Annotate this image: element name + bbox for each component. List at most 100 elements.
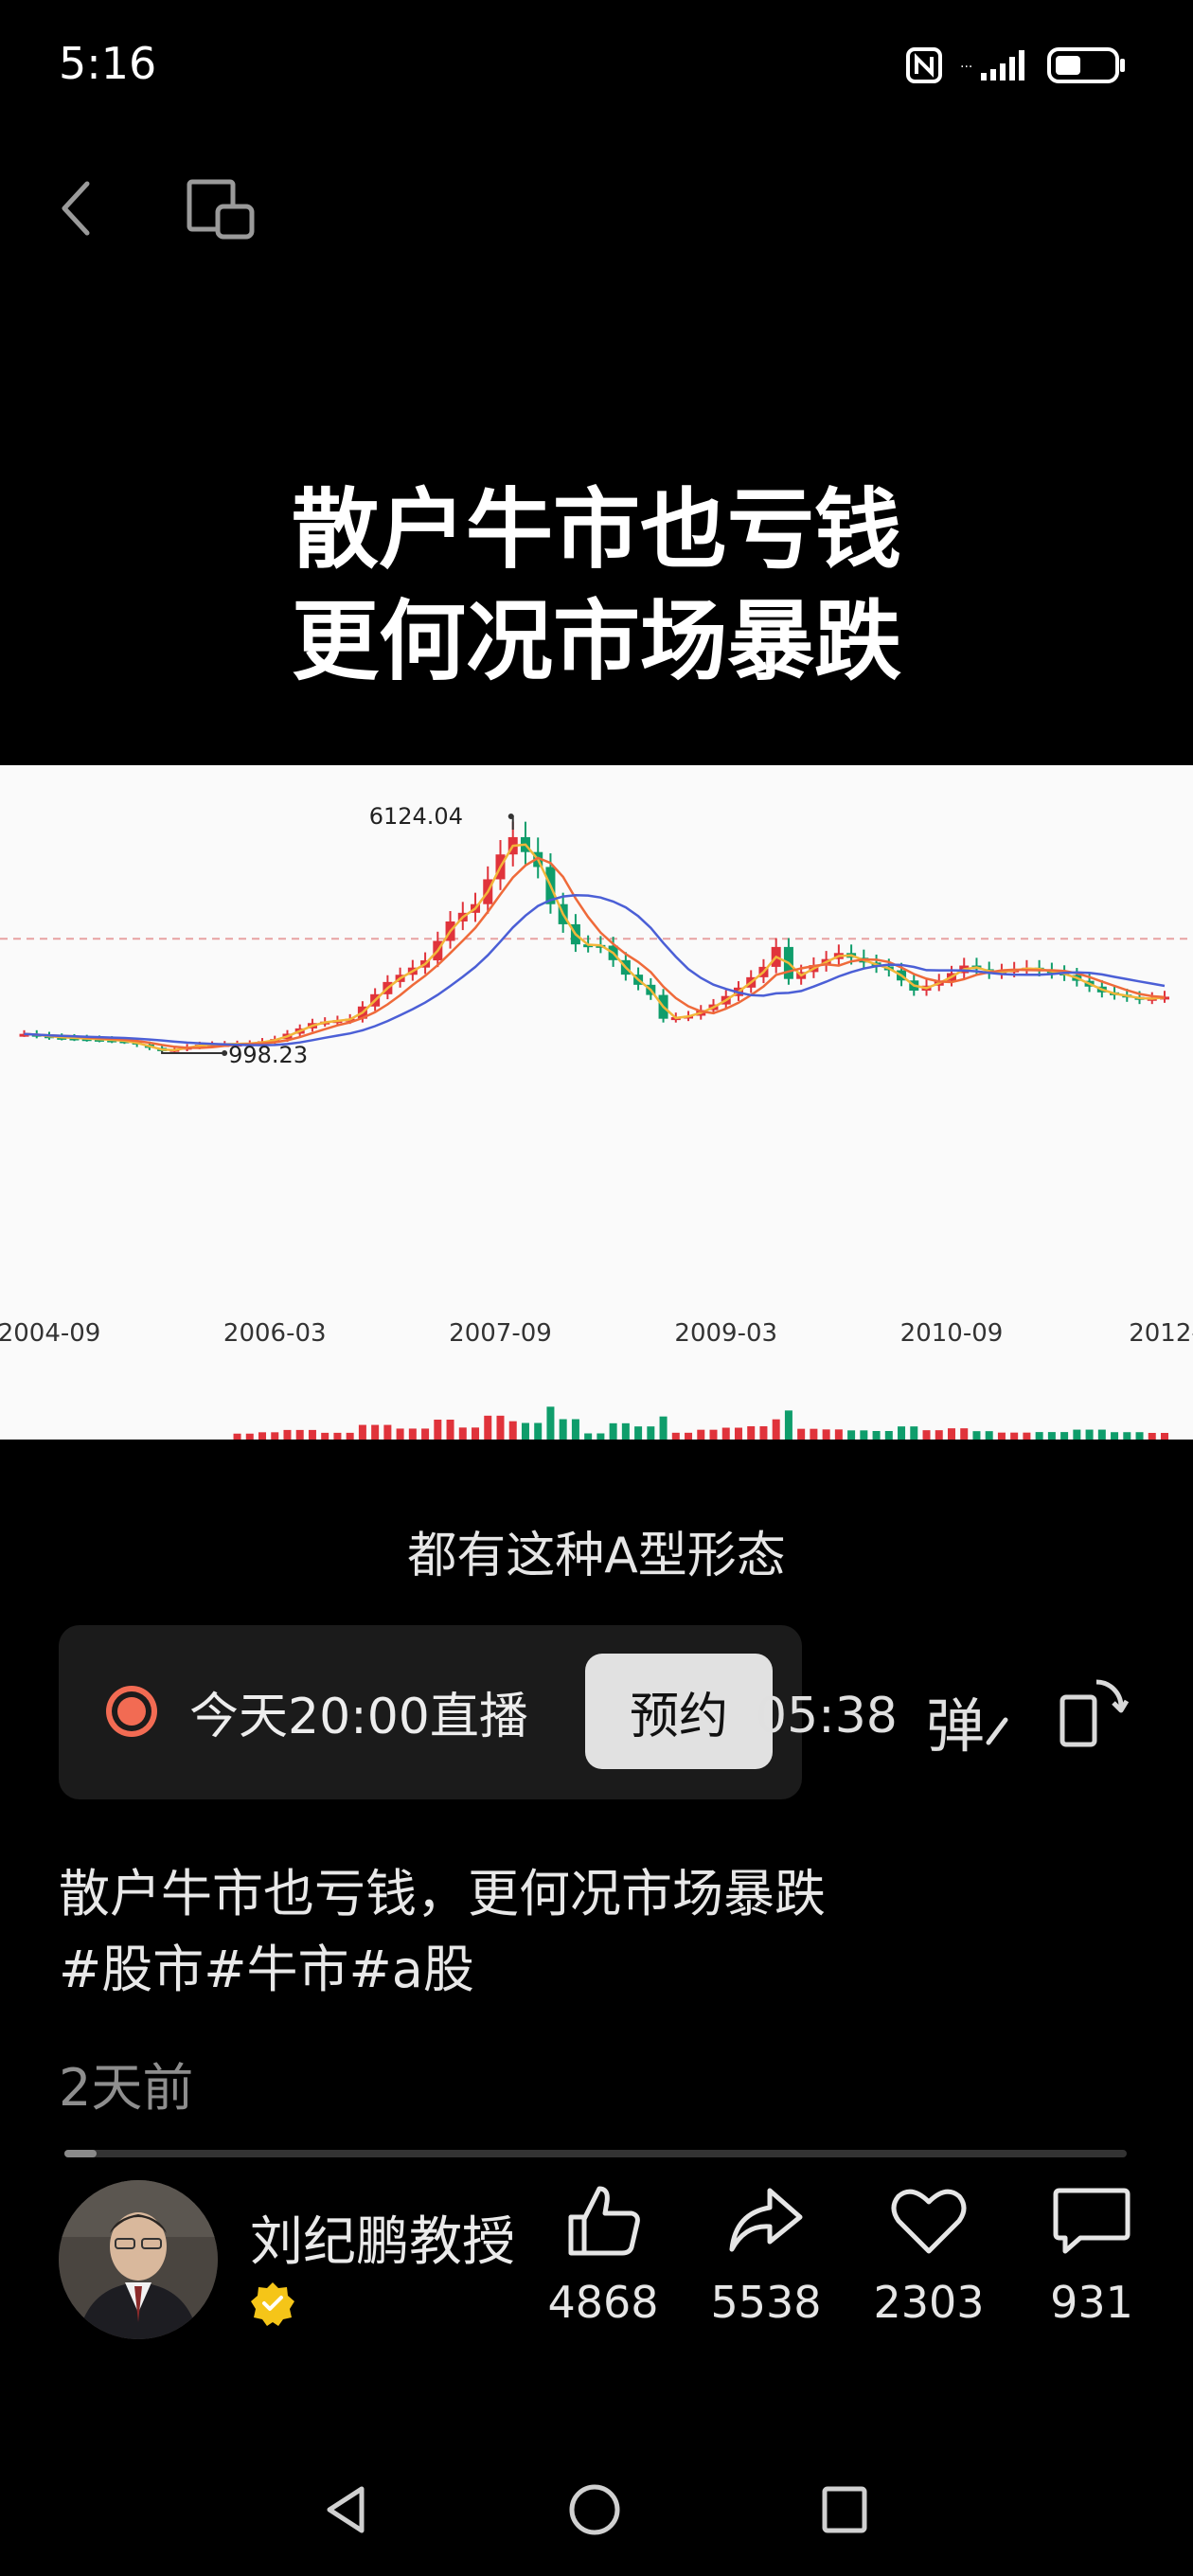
volume-bar — [484, 1415, 492, 1440]
volume-bar — [1097, 1429, 1106, 1440]
volume-bar — [709, 1429, 718, 1440]
volume-bar — [784, 1410, 792, 1440]
volume-bar — [1111, 1432, 1119, 1440]
volume-bar — [508, 1421, 517, 1440]
volume-bar — [810, 1428, 818, 1440]
volume-bar — [546, 1406, 555, 1440]
volume-bar — [1023, 1432, 1031, 1440]
volume-bar — [271, 1432, 279, 1440]
volume-bar — [797, 1428, 806, 1440]
back-icon[interactable] — [47, 170, 104, 246]
volume-bar — [458, 1427, 467, 1440]
volume-bar — [898, 1426, 906, 1440]
video-title-line1: 散户牛市也亏钱 — [291, 478, 901, 581]
volume-bar — [1073, 1429, 1081, 1440]
volume-bar — [1123, 1432, 1131, 1440]
volume-bar — [333, 1432, 342, 1440]
svg-text:...: ... — [960, 56, 972, 71]
volume-bar — [910, 1426, 918, 1440]
volume-bar — [534, 1422, 543, 1440]
system-recents-icon[interactable] — [820, 2481, 869, 2538]
status-icons: ... — [905, 45, 1127, 85]
volume-bar — [1047, 1432, 1056, 1440]
video-progress-bar[interactable] — [64, 2150, 1127, 2157]
volume-bar — [985, 1431, 993, 1440]
description-line1: 散户牛市也亏钱，更何况市场暴跌 — [59, 1864, 826, 1923]
annotation-label: 6124.04 — [369, 803, 463, 830]
volume-bar — [245, 1433, 254, 1440]
thumbs-up-icon — [568, 2186, 640, 2256]
like-button[interactable]: 4868 — [532, 2178, 674, 2328]
volume-bar — [258, 1432, 267, 1440]
volume-bar — [283, 1429, 292, 1440]
volume-bar — [1060, 1432, 1069, 1440]
danmu-toggle[interactable]: 弹 — [926, 1678, 1009, 1763]
volume-bar — [295, 1429, 304, 1440]
volume-bar — [671, 1432, 680, 1440]
x-tick-label: 2009-03 — [674, 1319, 777, 1348]
volume-bar — [647, 1426, 655, 1440]
hashtags[interactable]: #股市#牛市#a股 — [59, 1932, 1148, 2008]
volume-bar — [747, 1426, 756, 1440]
annotation-label: 998.23 — [228, 1042, 308, 1068]
battery-icon — [1047, 47, 1125, 83]
annotation-dot — [222, 1050, 228, 1056]
heart-icon — [891, 2189, 967, 2254]
post-time: 2天前 — [59, 2058, 194, 2118]
author-avatar[interactable] — [59, 2180, 218, 2339]
volume-bar — [1085, 1429, 1094, 1440]
volume-bar — [1010, 1432, 1019, 1440]
screen-cast-icon[interactable] — [180, 170, 265, 246]
annotation-dot — [507, 814, 514, 819]
volume-bar — [834, 1429, 843, 1440]
volume-bar — [621, 1422, 630, 1440]
volume-bar — [584, 1433, 593, 1440]
volume-bar — [659, 1416, 668, 1440]
volume-bar — [884, 1431, 893, 1440]
volume-bar — [935, 1430, 943, 1440]
volume-bar — [434, 1420, 442, 1440]
x-tick-label: 2010-09 — [900, 1319, 1004, 1348]
rotate-screen-icon[interactable] — [1057, 1674, 1131, 1750]
share-count: 5538 — [710, 2277, 822, 2328]
system-home-icon[interactable] — [566, 2481, 623, 2538]
volume-bar — [408, 1428, 417, 1440]
volume-bar — [759, 1426, 768, 1440]
volume-bar — [1161, 1433, 1168, 1440]
volume-bar — [321, 1432, 329, 1440]
volume-bar — [609, 1422, 617, 1440]
volume-bar — [721, 1427, 730, 1440]
live-schedule-text: 今天20:00直播 — [189, 1689, 528, 1745]
volume-bar — [596, 1433, 605, 1440]
volume-bar — [446, 1420, 454, 1440]
author-name[interactable]: 刘纪鹏教授 — [250, 2199, 515, 2276]
video-description: 散户牛市也亏钱，更何况市场暴跌 #股市#牛市#a股 — [59, 1856, 1148, 2008]
volume-bar — [346, 1432, 354, 1440]
volume-bar — [1035, 1432, 1043, 1440]
avatar-image — [59, 2180, 218, 2339]
signal-icon: ... — [960, 50, 1024, 80]
favorite-button[interactable]: 2303 — [858, 2178, 1000, 2328]
ma-line-mid — [24, 856, 1166, 1049]
volume-bar — [947, 1428, 955, 1440]
x-tick-label: 2007-09 — [449, 1319, 552, 1348]
stock-chart-frame[interactable]: 6124.04 998.23 2004-09 2006-03 2007-09 2009-0… — [0, 765, 1193, 1440]
live-record-icon-inner — [117, 1697, 146, 1726]
x-tick-label: 2006-03 — [223, 1319, 327, 1348]
volume-bar — [872, 1431, 881, 1440]
verified-badge-icon — [251, 2282, 294, 2326]
video-caption: 都有这种A型形态 — [407, 1528, 786, 1584]
volume-bar — [1135, 1432, 1144, 1440]
volume-bar — [421, 1428, 430, 1440]
volume-bar — [571, 1419, 579, 1440]
video-duration: 05:38 — [756, 1688, 898, 1744]
system-back-icon[interactable] — [322, 2481, 369, 2538]
volume-bar — [358, 1424, 366, 1440]
comment-button[interactable]: 931 — [1021, 2178, 1163, 2328]
share-button[interactable]: 5538 — [695, 2178, 837, 2328]
favorite-count: 2303 — [873, 2277, 985, 2328]
volume-bar — [396, 1428, 404, 1440]
volume-bar — [997, 1432, 1006, 1440]
reserve-button[interactable]: 预约 — [585, 1654, 773, 1769]
volume-bar — [772, 1419, 780, 1440]
